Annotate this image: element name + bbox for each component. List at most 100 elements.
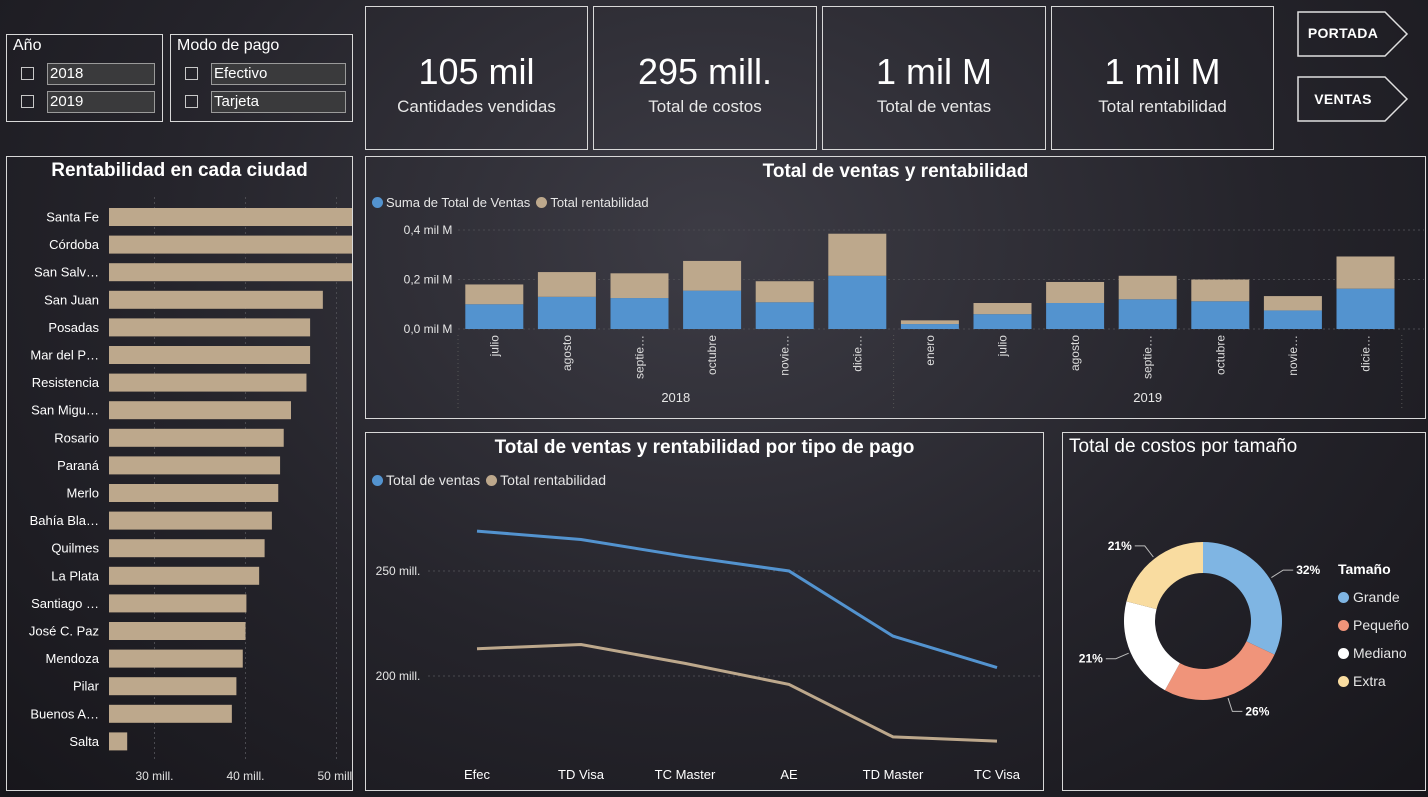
x-tick-label: 30 mill. [135, 769, 173, 783]
payment-option-label: Efectivo [211, 63, 346, 85]
profit-line [476, 642, 998, 743]
legend-dot-icon [1338, 675, 1349, 687]
bar [109, 290, 323, 309]
legend-label: Pequeño [1353, 617, 1410, 633]
sales-bar [537, 296, 596, 329]
bar [109, 373, 307, 392]
sales-bar [900, 324, 959, 329]
category-label: Paraná [57, 458, 100, 473]
sales-bar [1191, 301, 1250, 329]
x-tick-label: 50 mill. [317, 769, 352, 783]
sales-line [476, 529, 998, 670]
sales-bar [973, 314, 1032, 329]
donut-slice [1203, 542, 1282, 655]
checkbox-icon[interactable] [185, 95, 198, 108]
kpi-card-cantidades: 105 mil Cantidades vendidas [365, 6, 588, 150]
sales-bar [1263, 310, 1322, 329]
profit-bar [1118, 275, 1177, 300]
donut-slice [1126, 542, 1203, 610]
bar [109, 346, 311, 364]
kpi-card-costos: 295 mill. Total de costos [593, 6, 817, 150]
checkbox-icon[interactable] [21, 67, 34, 80]
bar [109, 263, 352, 282]
legend-item-pequeno[interactable]: Pequeño [1338, 611, 1409, 639]
payment-option-label: Tarjeta [211, 91, 346, 113]
legend-dot-icon [1338, 591, 1349, 603]
leader-line [1271, 569, 1294, 579]
category-label: Mar del P… [30, 348, 99, 363]
profit-bar [1263, 296, 1322, 311]
leader-line [1105, 652, 1129, 660]
category-label: Córdoba [49, 237, 100, 252]
kpi-card-rentabilidad: 1 mil M Total rentabilidad [1051, 6, 1274, 150]
ventas-nav-label: VENTAS [1314, 91, 1372, 107]
checkbox-icon[interactable] [185, 67, 198, 80]
category-label: Posadas [48, 320, 99, 335]
profit-bar [1046, 281, 1105, 304]
monthly-sales-chart: Total de ventas y rentabilidad Suma de T… [365, 156, 1426, 419]
bar [109, 649, 243, 668]
category-label: Bahía Bla… [30, 513, 99, 528]
profit-bar [973, 303, 1032, 315]
profit-bar [1336, 256, 1395, 289]
kpi-label: Total rentabilidad [1098, 97, 1227, 116]
bar [109, 622, 246, 640]
checkbox-icon[interactable] [21, 95, 34, 108]
kpi-value: 1 mil M [876, 51, 992, 92]
x-tick-label: Efec [464, 767, 491, 782]
legend-item-mediano[interactable]: Mediano [1338, 639, 1409, 667]
legend-item-grande[interactable]: Grande [1338, 583, 1409, 611]
size-legend: Grande Pequeño Mediano Extra [1338, 583, 1409, 695]
profit-bar [537, 272, 596, 297]
x-tick-label: octubre [705, 335, 719, 375]
x-tick-label: novie… [1286, 335, 1300, 376]
x-tick-label: octubre [1213, 335, 1227, 375]
x-tick-label: TC Master [655, 767, 716, 782]
x-tick-label: TD Visa [558, 767, 605, 782]
city-profit-chart: Rentabilidad en cada ciudad 30 mill. 40 m… [6, 156, 353, 791]
portada-nav-button[interactable]: PORTADA [1297, 11, 1409, 57]
bar [109, 677, 237, 696]
leader-line [1134, 545, 1154, 558]
size-legend-title: Tamaño [1338, 561, 1391, 577]
x-tick-label: enero [923, 335, 937, 366]
year-option-label: 2018 [47, 63, 155, 85]
kpi-value: 295 mill. [637, 51, 773, 92]
payment-chart-plot: 200 mill. 250 mill. Efec TD Visa TC Master AE… [376, 529, 1042, 782]
x-tick-label: julio [996, 335, 1010, 358]
y-tick-label: 250 mill. [376, 564, 421, 578]
kpi-value: 1 mil M [1104, 51, 1221, 92]
x-tick-label: septie… [633, 335, 647, 379]
profit-bar [1191, 279, 1250, 302]
bar [109, 235, 352, 254]
bar [109, 732, 128, 751]
year-group-label: 2018 [661, 390, 690, 405]
payment-type-chart: Total de ventas y rentabilidad por tipo … [365, 432, 1044, 791]
bar [109, 594, 247, 613]
category-label: José C. Paz [29, 624, 99, 639]
donut-slice [1164, 641, 1275, 700]
sales-bar [1336, 288, 1395, 329]
category-label: Resistencia [32, 375, 100, 390]
profit-bar [683, 260, 742, 291]
x-tick-label: novie… [778, 335, 792, 376]
x-tick-label: TD Master [863, 767, 924, 782]
sales-bar [683, 290, 742, 329]
slice-label: 21% [1108, 539, 1132, 553]
profit-bar [610, 273, 669, 299]
cost-by-size-chart: Total de costos por tamaño 32% 26% 21% 21% … [1062, 432, 1426, 791]
bar [109, 428, 284, 447]
donut-slice [1124, 601, 1180, 691]
year-slicer-title: Año [13, 37, 42, 54]
bar [109, 539, 265, 558]
slice-label: 26% [1245, 704, 1269, 718]
category-label: Salta [69, 734, 99, 749]
x-tick-label: 40 mill. [226, 769, 264, 783]
sales-bar [465, 304, 524, 329]
ventas-nav-button[interactable]: VENTAS [1297, 76, 1409, 122]
x-tick-label: AE [780, 767, 798, 782]
legend-item-extra[interactable]: Extra [1338, 667, 1409, 695]
sales-bar [1046, 303, 1105, 329]
category-label: Pilar [73, 679, 100, 694]
category-label: Rosario [54, 430, 99, 445]
